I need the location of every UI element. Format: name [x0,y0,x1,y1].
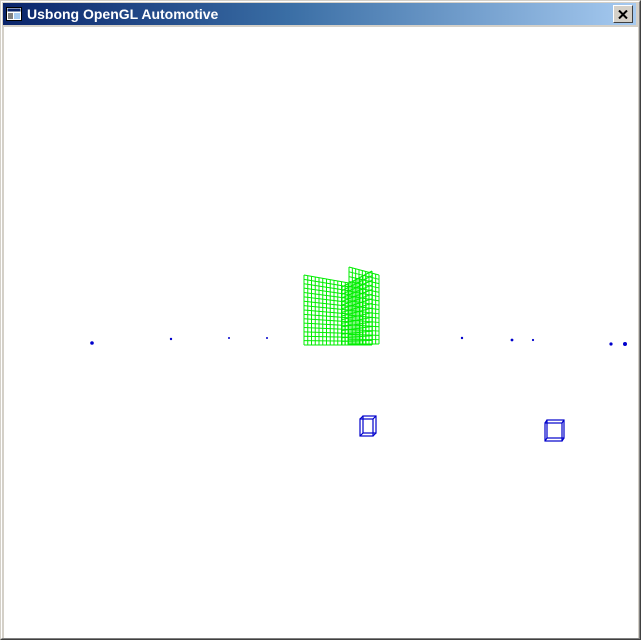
scene-canvas [90,266,627,442]
window-title: Usbong OpenGL Automotive [27,6,219,22]
close-button[interactable] [613,5,633,23]
app-window: Usbong OpenGL Automotive [0,0,641,640]
opengl-viewport[interactable] [4,27,638,638]
object-dot [90,341,94,345]
object-dot [531,338,535,342]
app-window-icon[interactable] [6,6,22,22]
object-dot [266,337,268,339]
vehicle-box-left [359,415,377,437]
object-dot [623,342,627,346]
close-icon [618,9,628,19]
object-dot [609,342,613,346]
object-dot [510,338,514,342]
title-bar[interactable]: Usbong OpenGL Automotive [3,3,636,25]
object-dot [169,337,173,341]
wireframe-buildings [303,266,380,346]
wireframe-vehicles [359,415,565,442]
object-dot [460,336,464,340]
vehicle-box-right [544,419,565,442]
object-dot [228,337,230,339]
